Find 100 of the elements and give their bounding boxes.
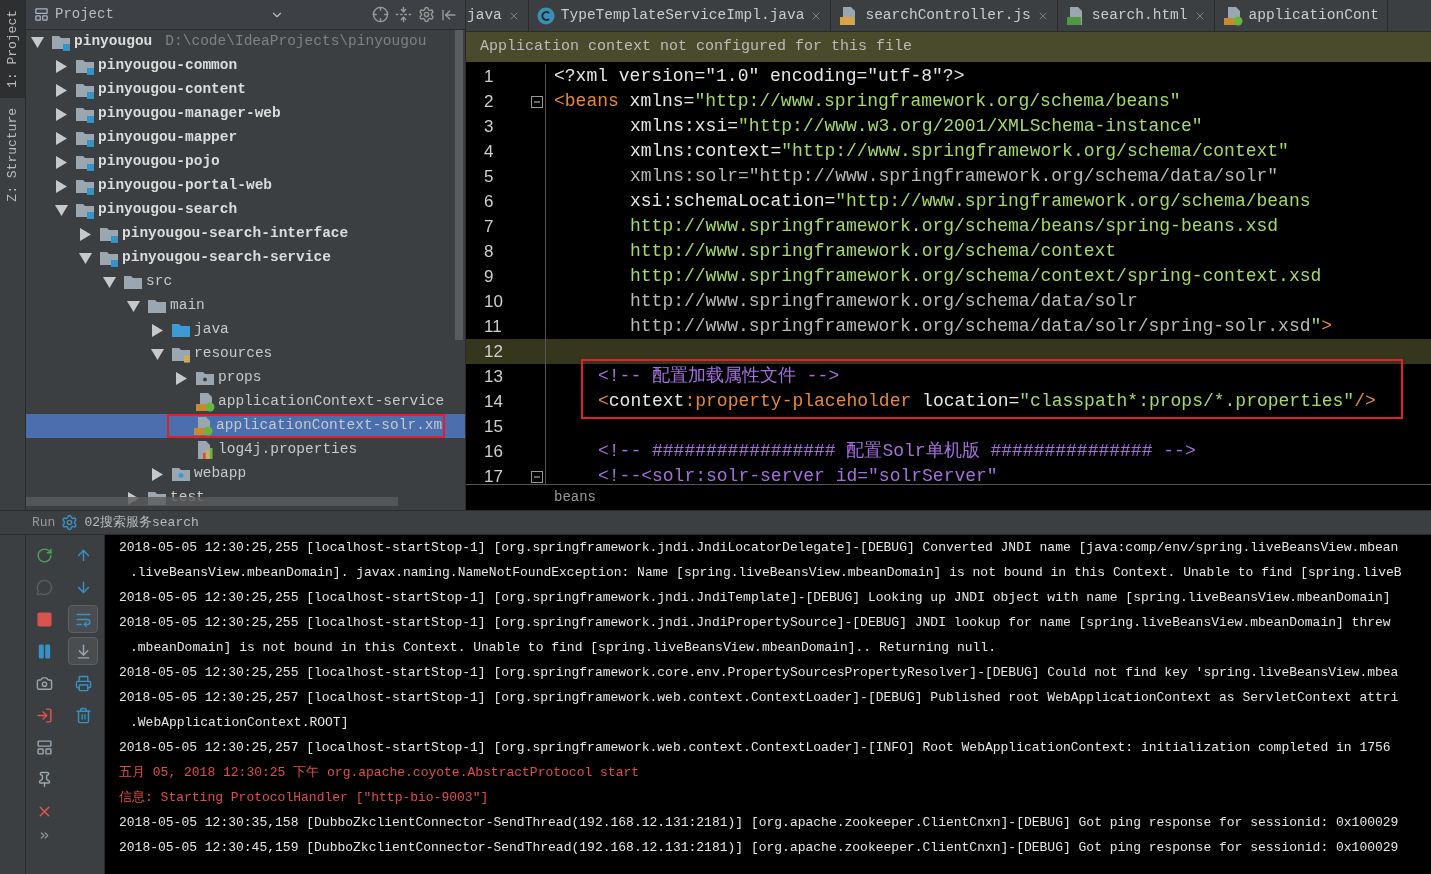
panel-title: Project xyxy=(55,5,114,24)
layout-icon xyxy=(35,738,53,756)
expanded-arrow-icon[interactable] xyxy=(151,347,164,361)
editor-tab[interactable]: java xyxy=(466,0,529,31)
scrollbar[interactable] xyxy=(455,30,463,340)
soft-wrap-button[interactable] xyxy=(68,605,98,633)
code-line: <!-- ################# 配置Solr单机版 ############### --> xyxy=(597,440,1196,463)
collapsed-arrow-icon[interactable] xyxy=(151,467,164,481)
tree-item[interactable]: pinyougou-search xyxy=(26,198,465,222)
tree-item[interactable]: src xyxy=(26,270,465,294)
line-number: 4 xyxy=(484,140,494,163)
tree-item-label: applicationContext-solr.xm xyxy=(216,416,443,436)
tree-item-label: test xyxy=(170,488,205,508)
collapsed-arrow-icon[interactable] xyxy=(175,371,188,385)
tree-item[interactable]: main xyxy=(26,294,465,318)
expanded-arrow-icon[interactable] xyxy=(79,251,92,265)
tree-item[interactable]: pinyougou D:\code\IdeaProjects\pinyougou xyxy=(26,30,465,54)
rerun-icon xyxy=(35,546,53,564)
fold-marker-icon[interactable] xyxy=(531,470,543,483)
folder-icon xyxy=(171,321,191,339)
code-line: <beans xmlns="http://www.springframework.org/schema/beans" xyxy=(553,90,1181,113)
line-number: 14 xyxy=(484,390,503,413)
tree-item[interactable]: props xyxy=(26,366,465,390)
tree-item-label: pinyougou-common xyxy=(98,56,238,76)
tree-item[interactable]: resources xyxy=(26,342,465,366)
collapsed-arrow-icon[interactable] xyxy=(55,155,68,169)
editor-tab[interactable]: searchController.js xyxy=(831,0,1058,31)
line-number: 7 xyxy=(484,215,494,238)
line-number: 16 xyxy=(484,440,503,463)
console-line: .WebApplicationContext.ROOT] xyxy=(129,714,350,732)
tree-item-label: pinyougou xyxy=(74,32,153,52)
code-line: http://www.springframework.org/schema/context xyxy=(629,240,1117,263)
console-line: .liveBeansView.mbeanDomain]. javax.naming.NameNotFoundException: Name [spring.liveBeansView.mbeanDomain] is not bound in this Context. Unable to find [spring.liveB xyxy=(129,564,1403,582)
collapsed-arrow-icon[interactable] xyxy=(55,179,68,193)
code-line: xmlns:context="http://www.springframework.org/schema/context" xyxy=(629,140,1289,163)
tree-item[interactable]: java xyxy=(26,318,465,342)
line-number: 11 xyxy=(484,315,502,338)
line-number: 10 xyxy=(484,290,503,313)
expanded-arrow-icon[interactable] xyxy=(127,299,140,313)
expanded-arrow-icon[interactable] xyxy=(55,203,68,217)
tree-item-label: main xyxy=(170,296,205,316)
tree-item-label: pinyougou-mapper xyxy=(98,128,238,148)
console-line: 2018-05-05 12:30:25,255 [localhost-startStop-1] [org.springframework.core.env.PropertySourcesPropertyResolver]-[DEBUG] Could not find key 'spring.liveBeansView.mbea xyxy=(119,664,1400,682)
console-line: 2018-05-05 12:30:25,257 [localhost-startStop-1] [org.springframework.web.context.ContextLoader]-[INFO] Root WebApplicationContext: initialization completed in 1756 xyxy=(119,739,1392,757)
folder-icon xyxy=(147,297,167,315)
settings-icon[interactable] xyxy=(418,6,435,23)
collapse-all-icon[interactable] xyxy=(395,6,412,23)
console-line: .mbeanDomain] is not bound in this Context. Unable to find [spring.liveBeansView.mbeanDomain].. Returning null. xyxy=(129,639,997,657)
tree-item[interactable]: pinyougou-pojo xyxy=(26,150,465,174)
run-config-name: 02搜索服务search xyxy=(84,513,199,532)
tree-item[interactable]: log4j.properties xyxy=(26,438,465,462)
console-line: 2018-05-05 12:30:45,159 [DubboZkclientConnector-SendThread(192.168.12.131:2181)] [org.apache.zookeeper.ClientCnxn]-[DEBUG] Got ping response for sessionid: 0x100029 xyxy=(119,839,1400,857)
expanded-arrow-icon[interactable] xyxy=(103,275,116,289)
side-tab[interactable]: Z: Structure xyxy=(0,98,25,212)
tree-item-label: resources xyxy=(194,344,273,364)
breadcrumb[interactable]: beans xyxy=(554,487,596,508)
tree-item-label: log4j.properties xyxy=(218,440,358,460)
code-line: <?xml version="1.0" encoding="utf-8"?> xyxy=(553,65,965,88)
tree-item-label: src xyxy=(146,272,173,292)
tree-item[interactable]: pinyougou-content xyxy=(26,78,465,102)
tree-item[interactable]: pinyougou-portal-web xyxy=(26,174,465,198)
line-number: 8 xyxy=(484,240,494,263)
panel-title: Run xyxy=(32,513,56,532)
folder-icon xyxy=(99,249,119,267)
xml-file-icon xyxy=(1222,5,1243,26)
expanded-arrow-icon[interactable] xyxy=(31,35,44,49)
editor-tab[interactable]: applicationCont xyxy=(1214,0,1389,31)
tree-item[interactable]: applicationContext-service xyxy=(26,390,465,414)
collapsed-arrow-icon[interactable] xyxy=(79,227,92,241)
tree-item-label: pinyougou-search-service xyxy=(122,248,331,268)
folder-icon xyxy=(99,225,119,243)
camera-icon xyxy=(35,674,53,692)
line-number: 2 xyxy=(484,90,494,113)
tree-item-label: pinyougou-pojo xyxy=(98,152,220,172)
tree-item[interactable]: pinyougou-common xyxy=(26,54,465,78)
tree-item[interactable]: pinyougou-mapper xyxy=(26,126,465,150)
code-line: http://www.springframework.org/schema/beans/spring-beans.xsd xyxy=(629,215,1279,238)
scroll-to-end-button[interactable] xyxy=(68,637,98,665)
editor-tab[interactable]: TypeTemplateServiceImpl.java xyxy=(528,0,832,31)
notification-banner: Application context not configured for this file xyxy=(466,32,1431,62)
collapsed-arrow-icon[interactable] xyxy=(55,131,68,145)
collapsed-arrow-icon[interactable] xyxy=(151,323,164,337)
folder-icon xyxy=(75,177,95,195)
tree-item[interactable]: webapp xyxy=(26,462,465,486)
tree-item[interactable]: pinyougou-search-service xyxy=(26,246,465,270)
tree-item-label: webapp xyxy=(194,464,247,484)
line-number: 13 xyxy=(484,365,503,388)
locate-icon[interactable] xyxy=(372,6,389,23)
xml-file-icon xyxy=(193,416,213,436)
collapsed-arrow-icon[interactable] xyxy=(55,59,68,73)
fold-marker-icon[interactable] xyxy=(531,95,543,108)
tree-item[interactable]: pinyougou-manager-web xyxy=(26,102,465,126)
collapsed-arrow-icon[interactable] xyxy=(55,107,68,121)
folder-icon xyxy=(171,345,191,363)
tree-item-label: java xyxy=(194,320,229,340)
tree-item[interactable]: pinyougou-search-interface xyxy=(26,222,465,246)
project-view-icon xyxy=(34,7,49,22)
side-tab[interactable]: 1: Project xyxy=(0,0,25,98)
collapsed-arrow-icon[interactable] xyxy=(55,83,68,97)
editor-tab[interactable]: search.html xyxy=(1057,0,1215,31)
